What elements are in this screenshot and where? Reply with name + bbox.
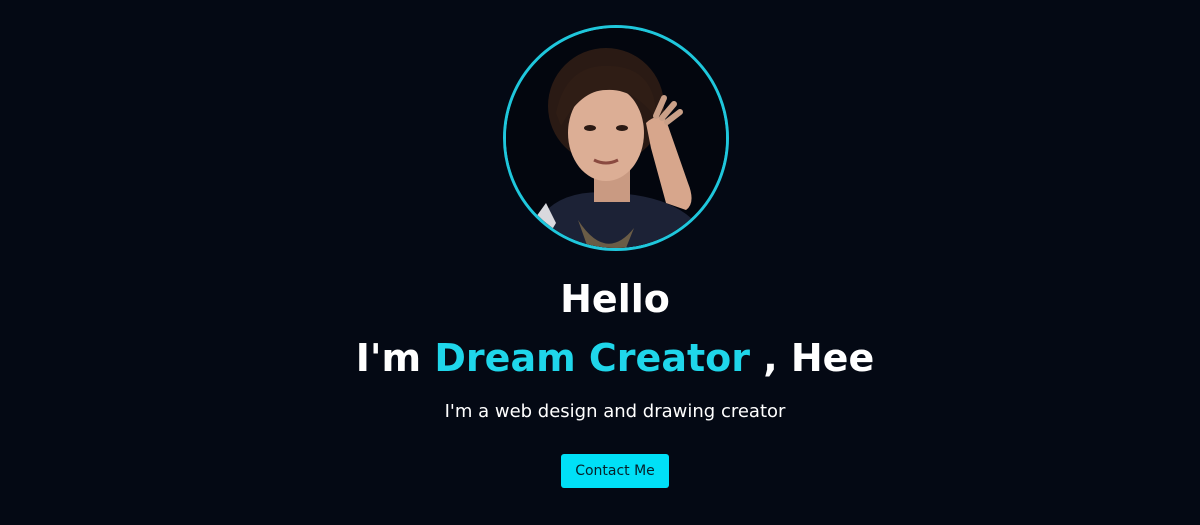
hero-section: Hello I'm Dream Creator , Hee I'm a web …	[0, 0, 1200, 525]
greeting-heading: Hello	[560, 277, 670, 321]
intro-highlight: Dream Creator	[434, 336, 750, 380]
profile-avatar	[503, 25, 729, 251]
contact-me-button[interactable]: Contact Me	[561, 454, 669, 488]
tagline-text: I'm a web design and drawing creator	[444, 401, 786, 422]
intro-prefix: I'm	[355, 336, 435, 380]
intro-heading: I'm Dream Creator , Hee	[0, 331, 1200, 385]
intro-suffix: , Hee	[749, 336, 875, 380]
profile-photo	[506, 28, 726, 248]
